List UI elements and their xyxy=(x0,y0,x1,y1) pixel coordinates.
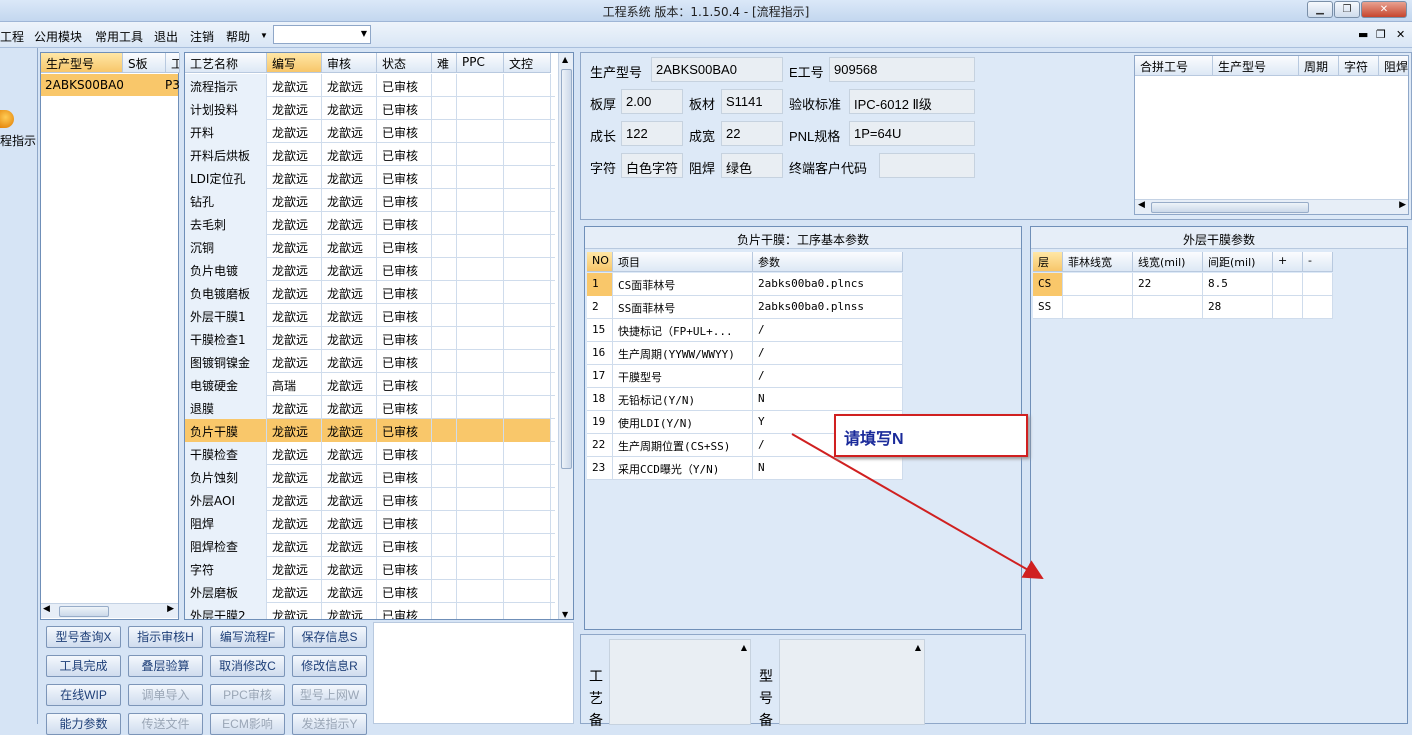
annotation-callout: 请填写N xyxy=(834,414,1028,457)
annotation-text: 请填写N xyxy=(844,431,904,448)
annotation-arrow xyxy=(791,433,1044,579)
